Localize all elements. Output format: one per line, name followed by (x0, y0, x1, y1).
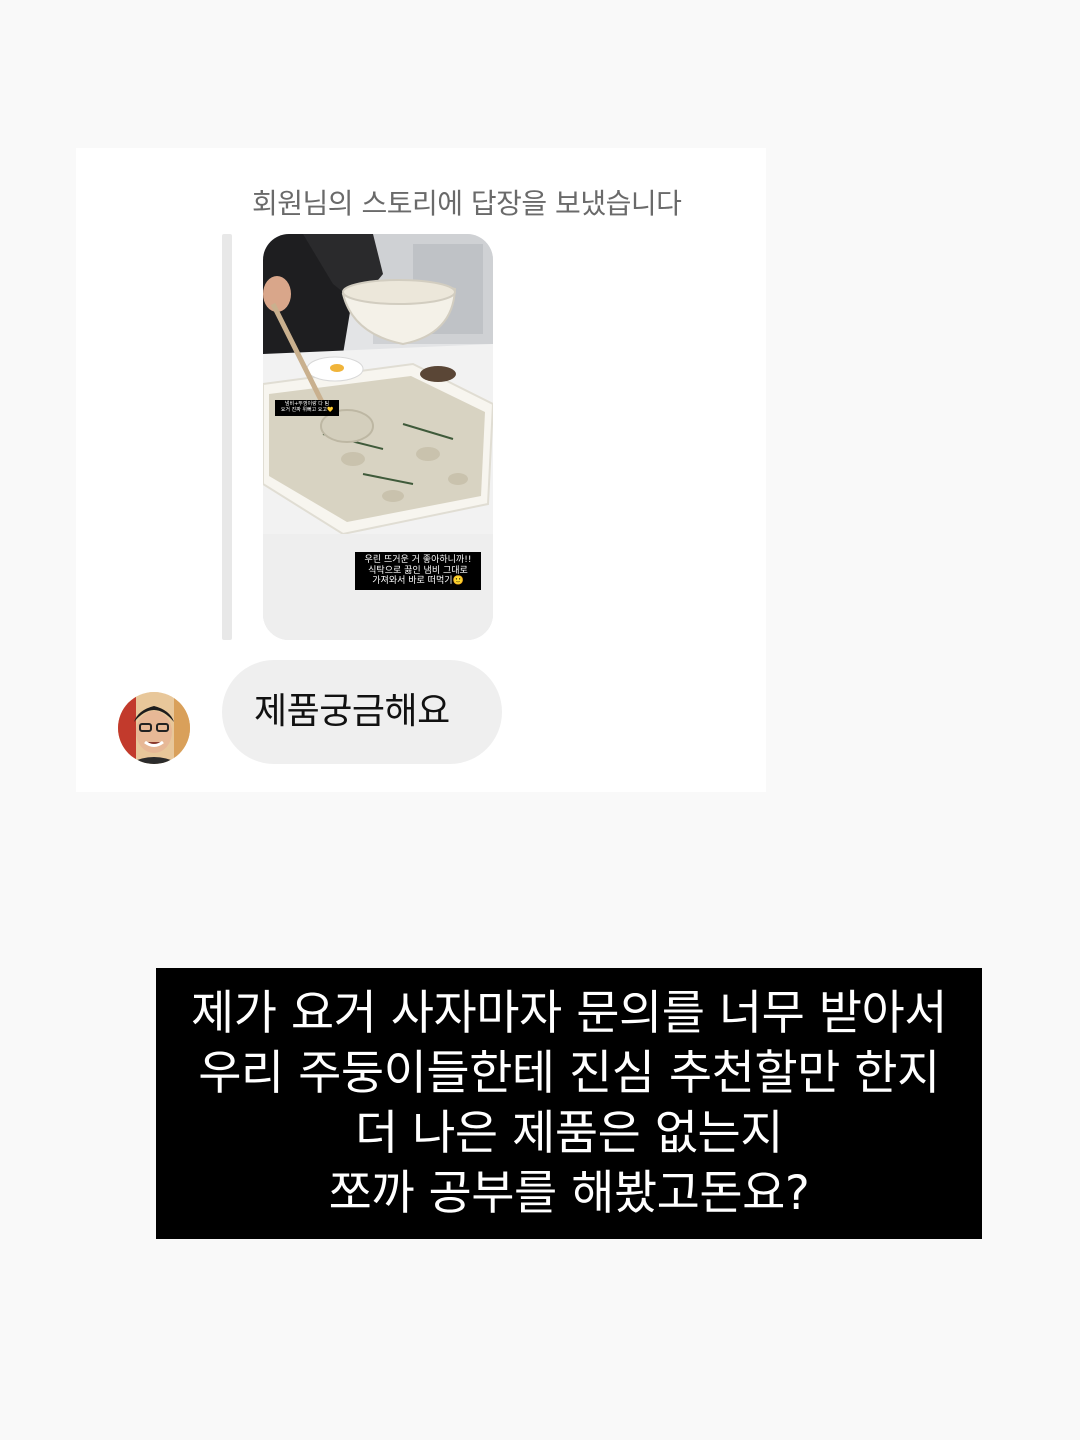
story-caption-main: 우린 뜨거운 거 좋아하니까!! 식탁으로 끓인 냄비 그대로 가져와서 바로 … (355, 552, 481, 590)
story-reply-notice: 회원님의 스토리에 답장을 보냈습니다 (252, 187, 682, 220)
overlay-caption-line: 더 나은 제품은 없는지 (355, 1106, 783, 1161)
story-caption-main-line: 가져와서 바로 떠먹기🙂 (372, 576, 464, 587)
story-caption-main-line: 식탁으로 끓인 냄비 그대로 (368, 565, 468, 576)
dm-conversation-card: 회원님의 스토리에 답장을 보냈습니다 냄비+뚜껑이랑 다 팀 요거 진짜 위뻐… (76, 148, 766, 792)
story-thumbnail[interactable]: 냄비+뚜껑이랑 다 팀 요거 진짜 위뻐고 요고💛 우린 뜨거운 거 좋아하니까… (263, 234, 493, 640)
sender-avatar[interactable] (118, 692, 190, 764)
user-avatar-icon (118, 692, 190, 764)
message-bubble[interactable]: 제품궁금해요 (222, 660, 502, 764)
overlay-caption-line: 우리 주둥이들한테 진심 추천할만 한지 (198, 1046, 940, 1101)
overlay-caption-line: 제가 요거 사자마자 문의를 너무 받아서 (190, 986, 948, 1041)
story-caption-main-line: 우린 뜨거운 거 좋아하니까!! (364, 555, 472, 565)
overlay-caption-line: 쪼까 공부를 해봤고돈요? (328, 1166, 810, 1221)
quote-bar (222, 234, 232, 640)
story-caption-small: 냄비+뚜껑이랑 다 팀 요거 진짜 위뻐고 요고💛 (275, 400, 339, 416)
overlay-caption-box: 제가 요거 사자마자 문의를 너무 받아서 우리 주둥이들한테 진심 추천할만 … (156, 968, 982, 1239)
story-caption-small-line: 요거 진짜 위뻐고 요고💛 (280, 406, 334, 413)
